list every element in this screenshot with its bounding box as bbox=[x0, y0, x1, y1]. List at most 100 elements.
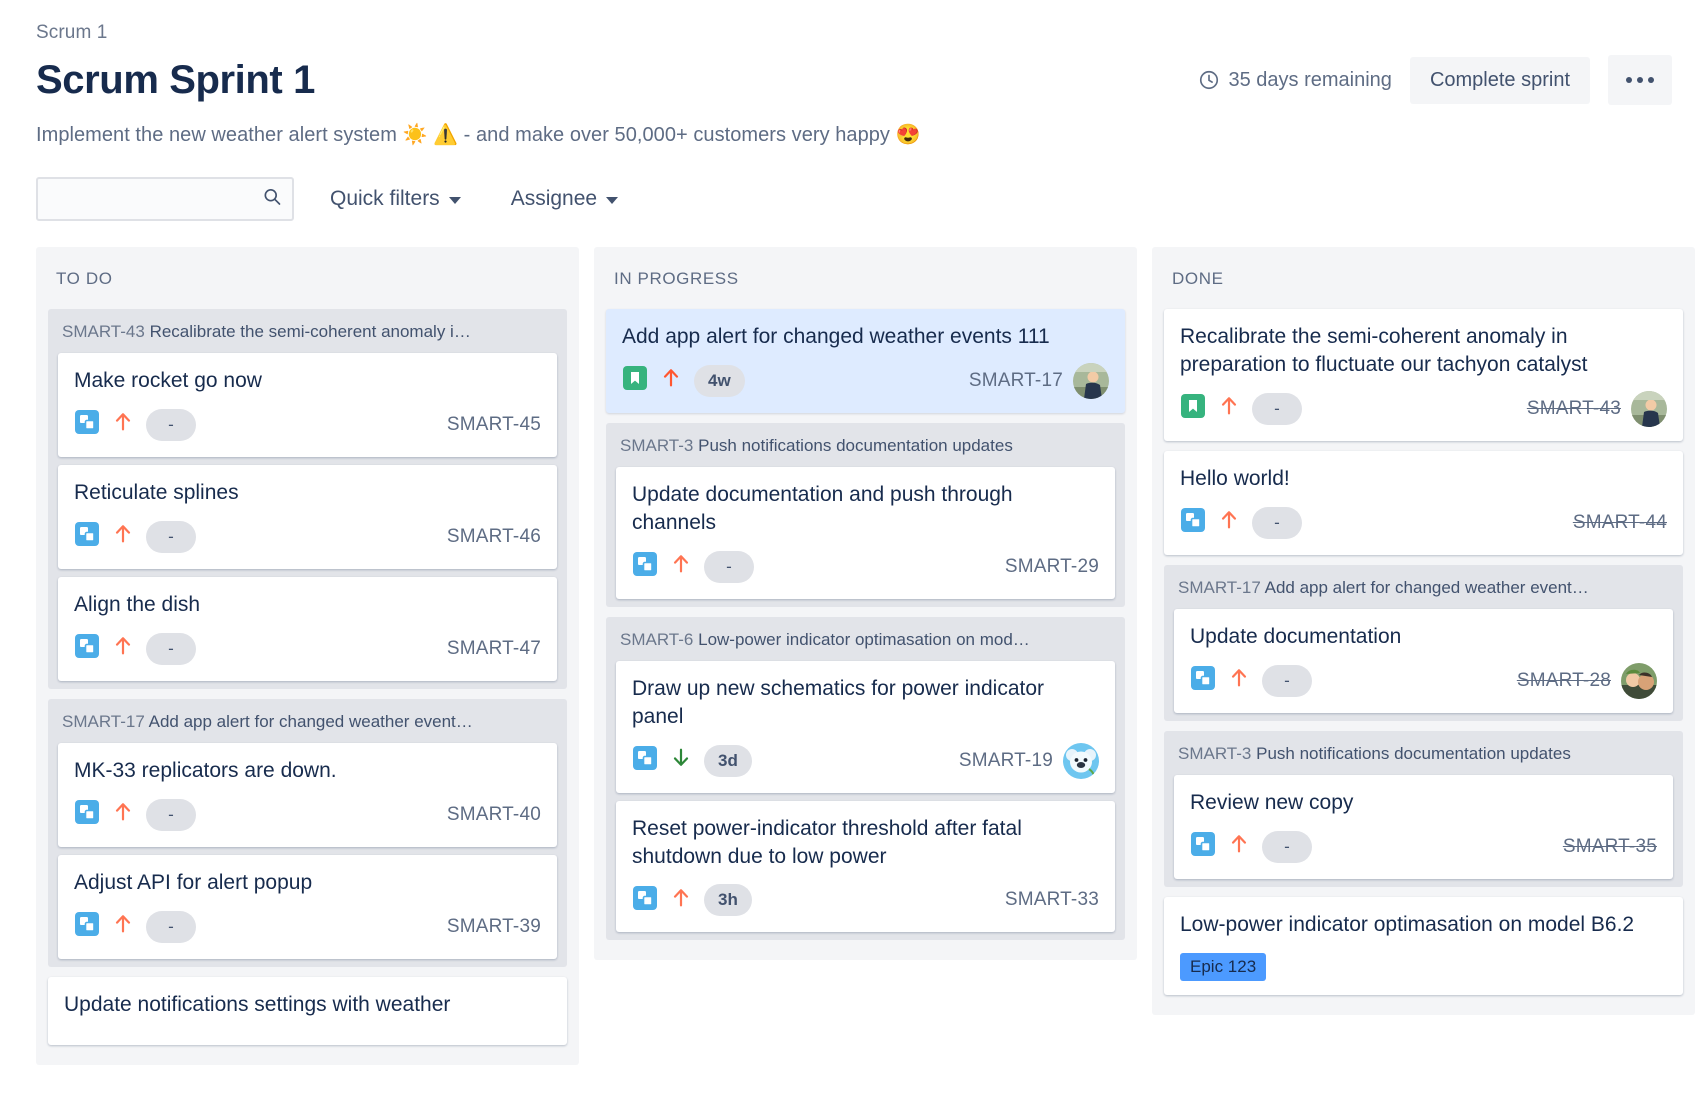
issue-key[interactable]: SMART-43 bbox=[1527, 398, 1621, 420]
card-meta: 4w SMART-17 bbox=[622, 362, 1109, 399]
search-field[interactable] bbox=[36, 177, 294, 221]
issue-group-key: SMART-17 bbox=[1178, 577, 1261, 597]
epic-badge[interactable]: Epic 123 bbox=[1180, 952, 1267, 981]
issue-card[interactable]: Update documentation and push through ch… bbox=[616, 466, 1115, 599]
issue-card[interactable]: Draw up new schematics for power indicat… bbox=[616, 660, 1115, 793]
board-column-body: Recalibrate the semi-coherent anomaly in… bbox=[1152, 309, 1695, 995]
card-meta-left: - bbox=[74, 910, 196, 943]
issue-group-header[interactable]: SMART-43 Recalibrate the semi-coherent a… bbox=[48, 309, 567, 353]
estimate-badge[interactable]: 3h bbox=[704, 884, 752, 917]
card-meta: - SMART-45 bbox=[74, 407, 541, 443]
complete-sprint-button[interactable]: Complete sprint bbox=[1409, 56, 1590, 104]
card-meta-left: - bbox=[74, 520, 196, 553]
issue-group-header[interactable]: SMART-3 Push notifications documentation… bbox=[1164, 731, 1683, 775]
priority-low-icon bbox=[670, 746, 692, 775]
assignee-dropdown[interactable]: Assignee bbox=[497, 177, 632, 221]
issue-card[interactable]: Make rocket go now - SMART-45 bbox=[58, 353, 557, 457]
issue-group-summary: Low-power indicator optimasation on mod… bbox=[698, 629, 1030, 649]
issue-card-title: Update notifications settings with weath… bbox=[64, 992, 451, 1016]
card-meta-right: SMART-40 bbox=[447, 804, 541, 826]
issue-card[interactable]: Reticulate splines - SMART-46 bbox=[58, 464, 557, 569]
issue-card[interactable]: Recalibrate the semi-coherent anomaly in… bbox=[1164, 309, 1683, 441]
filter-bar: Quick filters Assignee bbox=[36, 177, 1672, 221]
issue-key[interactable]: SMART-17 bbox=[969, 370, 1063, 392]
estimate-badge[interactable]: - bbox=[146, 798, 196, 831]
priority-medium-icon bbox=[1218, 394, 1240, 423]
estimate-badge[interactable]: 3d bbox=[704, 744, 752, 777]
estimate-badge[interactable]: - bbox=[1252, 506, 1302, 539]
estimate-badge[interactable]: - bbox=[704, 550, 754, 583]
title-actions: 35 days remaining Complete sprint bbox=[1198, 55, 1672, 105]
issue-group-header[interactable]: SMART-6 Low-power indicator optimasation… bbox=[606, 617, 1125, 661]
issue-key[interactable]: SMART-45 bbox=[447, 414, 541, 436]
card-meta: - SMART-35 bbox=[1190, 829, 1657, 865]
issue-group-header[interactable]: SMART-17 Add app alert for changed weath… bbox=[48, 699, 567, 743]
issue-card-title: Update documentation and push through ch… bbox=[632, 482, 1013, 534]
card-meta: 3d SMART-19 bbox=[632, 742, 1099, 779]
avatar[interactable] bbox=[1063, 742, 1099, 779]
issue-card[interactable]: Add app alert for changed weather events… bbox=[606, 309, 1125, 413]
search-input[interactable] bbox=[36, 177, 294, 221]
board-column-header: TO DO bbox=[56, 269, 113, 288]
issue-card-title: Align the dish bbox=[74, 592, 201, 616]
estimate-badge[interactable]: 4w bbox=[694, 364, 745, 397]
avatar[interactable] bbox=[1621, 662, 1657, 699]
quick-filters-dropdown[interactable]: Quick filters bbox=[316, 177, 475, 221]
priority-medium-icon bbox=[112, 634, 134, 663]
subtask-icon bbox=[74, 521, 100, 552]
issue-group: SMART-17 Add app alert for changed weath… bbox=[1164, 564, 1683, 721]
days-remaining: 35 days remaining bbox=[1198, 69, 1392, 92]
story-icon bbox=[1180, 393, 1206, 424]
issue-key[interactable]: SMART-29 bbox=[1005, 556, 1099, 578]
board-column: IN PROGRESS Add app alert for changed we… bbox=[594, 247, 1137, 961]
issue-key[interactable]: SMART-35 bbox=[1563, 836, 1657, 858]
issue-card[interactable]: MK-33 replicators are down. - SMART-40 bbox=[58, 742, 557, 847]
card-meta-right: SMART-28 bbox=[1517, 662, 1657, 699]
avatar[interactable] bbox=[1631, 390, 1667, 427]
card-meta-left: - bbox=[632, 550, 754, 583]
estimate-badge[interactable]: - bbox=[146, 910, 196, 943]
issue-group-key: SMART-17 bbox=[62, 711, 145, 731]
issue-key[interactable]: SMART-33 bbox=[1005, 889, 1099, 911]
title-row: Scrum Sprint 1 35 days remaining Complet… bbox=[36, 54, 1672, 106]
issue-card[interactable]: Adjust API for alert popup - SMART-39 bbox=[58, 854, 557, 959]
issue-key[interactable]: SMART-47 bbox=[447, 638, 541, 660]
avatar[interactable] bbox=[1073, 362, 1109, 399]
card-meta-right: SMART-19 bbox=[959, 742, 1099, 779]
issue-card[interactable]: Update notifications settings with weath… bbox=[48, 976, 567, 1045]
issue-group: SMART-3 Push notifications documentation… bbox=[1164, 730, 1683, 887]
issue-card[interactable]: Low-power indicator optimasation on mode… bbox=[1164, 896, 1683, 995]
issue-card[interactable]: Reset power-indicator threshold after fa… bbox=[616, 800, 1115, 933]
card-meta: - SMART-47 bbox=[74, 631, 541, 667]
board-column-header: IN PROGRESS bbox=[614, 269, 739, 288]
issue-key[interactable]: SMART-44 bbox=[1573, 512, 1667, 534]
estimate-badge[interactable]: - bbox=[1262, 664, 1312, 697]
issue-card[interactable]: Align the dish - SMART-47 bbox=[58, 576, 557, 681]
issue-key[interactable]: SMART-40 bbox=[447, 804, 541, 826]
estimate-badge[interactable]: - bbox=[146, 632, 196, 665]
breadcrumb[interactable]: Scrum 1 bbox=[36, 0, 1672, 44]
subtask-icon bbox=[74, 799, 100, 830]
estimate-badge[interactable]: - bbox=[146, 408, 196, 441]
issue-group-key: SMART-3 bbox=[620, 435, 694, 455]
card-meta-right: SMART-44 bbox=[1573, 512, 1667, 534]
issue-key[interactable]: SMART-46 bbox=[447, 526, 541, 548]
estimate-badge[interactable]: - bbox=[1262, 830, 1312, 863]
card-meta-left: 4w bbox=[622, 364, 745, 397]
issue-group-header[interactable]: SMART-3 Push notifications documentation… bbox=[606, 423, 1125, 467]
priority-medium-icon bbox=[670, 886, 692, 915]
issue-card[interactable]: Review new copy - SMART-35 bbox=[1174, 774, 1673, 879]
issue-group-summary: Push notifications documentation updates bbox=[698, 435, 1013, 455]
issue-group-summary: Push notifications documentation updates bbox=[1256, 743, 1571, 763]
estimate-badge[interactable]: - bbox=[1252, 392, 1302, 425]
issue-key[interactable]: SMART-19 bbox=[959, 750, 1053, 772]
issue-card[interactable]: Hello world! - SMART-44 bbox=[1164, 450, 1683, 555]
issue-key[interactable]: SMART-39 bbox=[447, 916, 541, 938]
estimate-badge[interactable]: - bbox=[146, 520, 196, 553]
card-meta-right: SMART-39 bbox=[447, 916, 541, 938]
issue-key[interactable]: SMART-28 bbox=[1517, 670, 1611, 692]
ellipsis-icon bbox=[1626, 77, 1654, 83]
issue-group-header[interactable]: SMART-17 Add app alert for changed weath… bbox=[1164, 565, 1683, 609]
issue-card[interactable]: Update documentation - SMART-28 bbox=[1174, 608, 1673, 713]
more-actions-button[interactable] bbox=[1608, 55, 1672, 105]
